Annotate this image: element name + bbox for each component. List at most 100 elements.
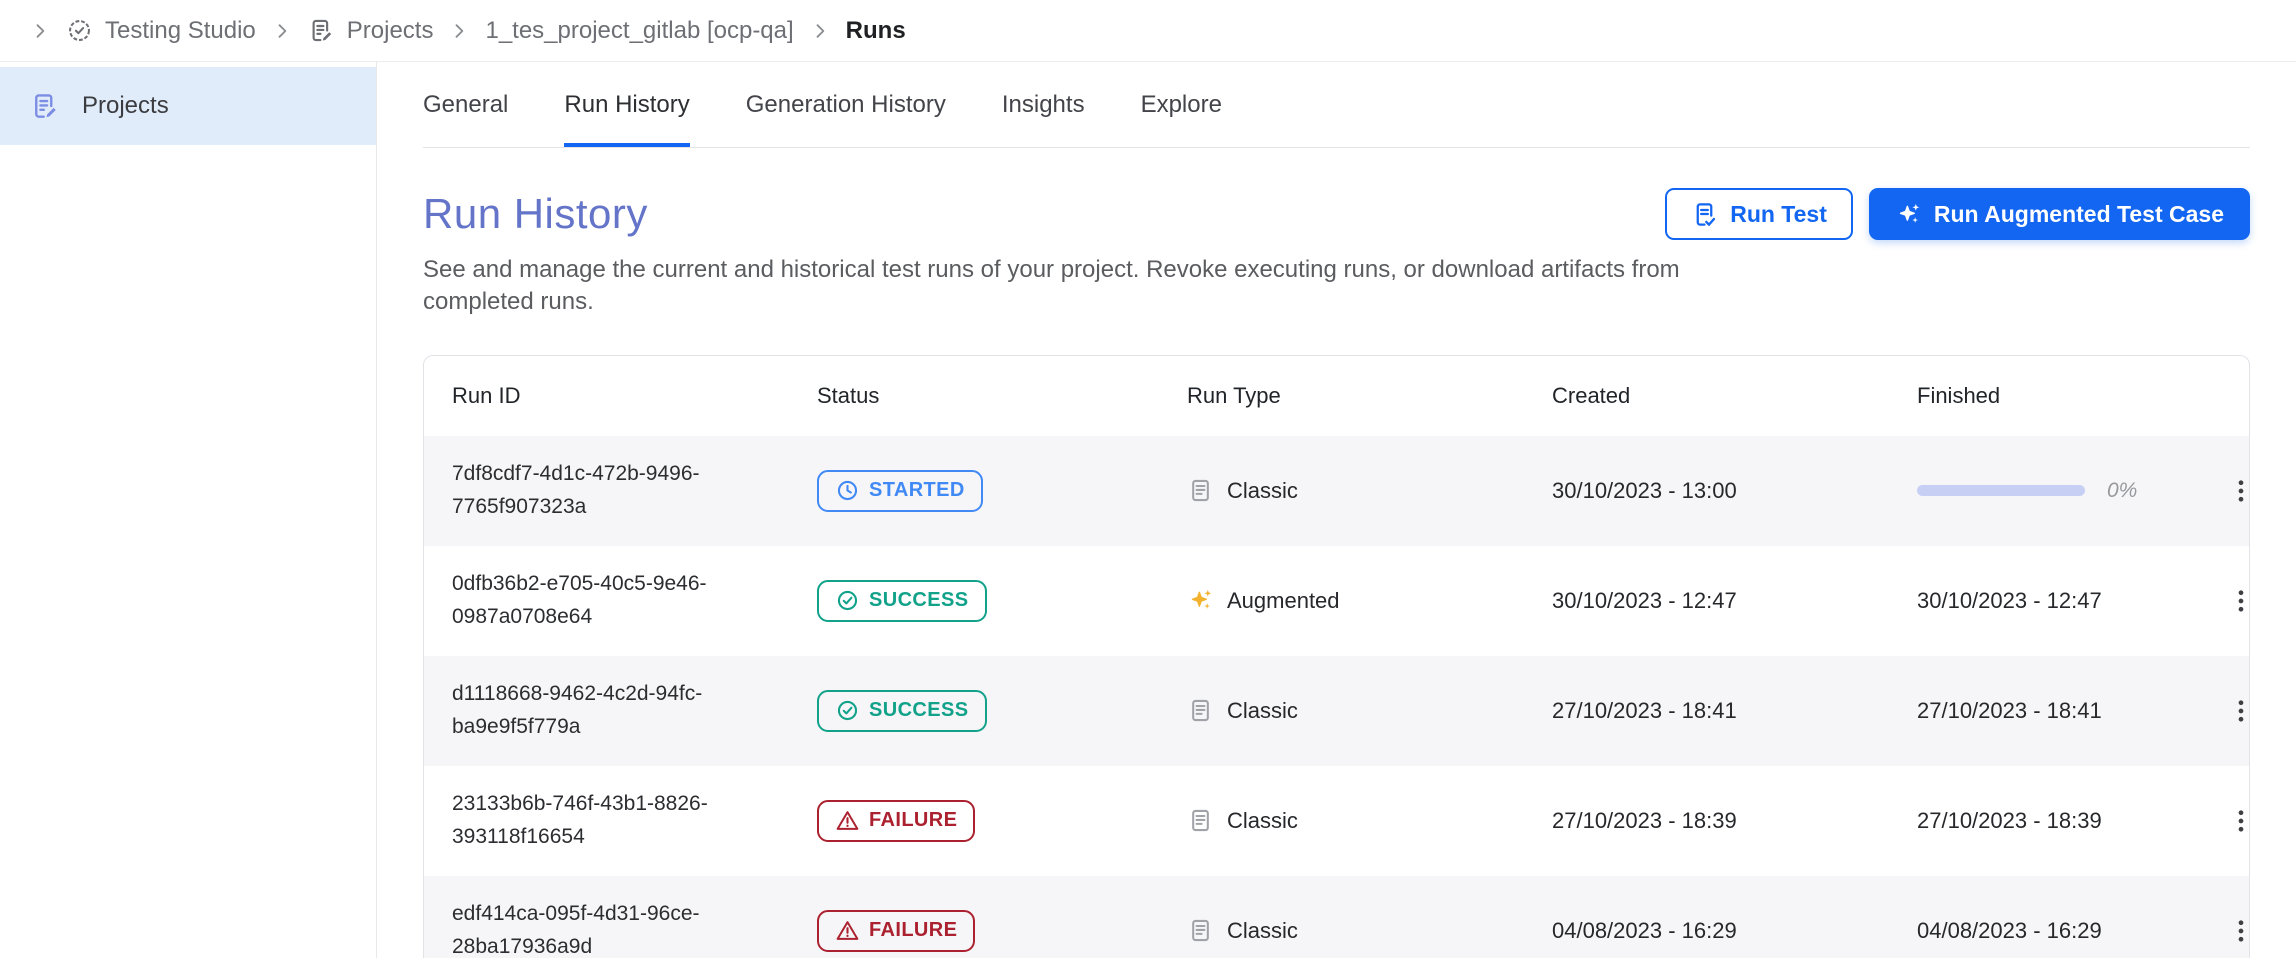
row-actions-button[interactable] xyxy=(2217,797,2250,845)
run-test-label: Run Test xyxy=(1730,201,1827,228)
kebab-menu-icon xyxy=(2226,916,2250,946)
column-header-run-type: Run Type xyxy=(1187,383,1552,409)
table-row: 7df8cdf7-4d1c-472b-9496-7765f907323a STA… xyxy=(424,436,2249,546)
tab-run-history[interactable]: Run History xyxy=(564,62,689,147)
document-icon xyxy=(1187,697,1214,724)
status-badge: FAILURE xyxy=(817,800,975,842)
sidebar-item-label: Projects xyxy=(82,92,169,120)
document-icon xyxy=(1187,477,1214,504)
run-type-label: Classic xyxy=(1227,698,1298,724)
created-date: 30/10/2023 - 13:00 xyxy=(1552,478,1737,503)
breadcrumb-expand-icon[interactable] xyxy=(30,21,50,41)
status-badge: FAILURE xyxy=(817,910,975,952)
breadcrumb-projects[interactable]: Projects xyxy=(308,17,434,45)
document-icon xyxy=(1187,807,1214,834)
status-badge: SUCCESS xyxy=(817,690,987,732)
table-row: 0dfb36b2-e705-40c5-9e46-0987a0708e64 SUC… xyxy=(424,546,2249,656)
table-body: 7df8cdf7-4d1c-472b-9496-7765f907323a STA… xyxy=(424,436,2249,958)
check-circle-icon xyxy=(835,698,860,723)
document-icon xyxy=(1187,917,1214,944)
run-id: 23133b6b-746f-43b1-8826-393118f16654 xyxy=(452,788,747,853)
document-edit-icon xyxy=(30,91,60,121)
breadcrumb-testing-studio[interactable]: Testing Studio xyxy=(66,17,256,45)
column-header-status: Status xyxy=(817,383,1187,409)
status-label: FAILURE xyxy=(869,809,957,832)
sparkles-icon xyxy=(1895,201,1922,228)
tab-general[interactable]: General xyxy=(423,62,508,147)
chevron-right-icon xyxy=(810,21,830,41)
breadcrumb-label: Projects xyxy=(347,17,434,45)
run-id: 7df8cdf7-4d1c-472b-9496-7765f907323a xyxy=(452,458,747,523)
sparkles-icon xyxy=(1187,587,1214,614)
finished-date: 04/08/2023 - 16:29 xyxy=(1917,918,2102,944)
row-actions-button[interactable] xyxy=(2217,907,2250,955)
tab-insights[interactable]: Insights xyxy=(1002,62,1085,147)
run-type-label: Classic xyxy=(1227,918,1298,944)
finished-date: 27/10/2023 - 18:41 xyxy=(1917,698,2102,724)
tab-generation-history[interactable]: Generation History xyxy=(746,62,946,147)
kebab-menu-icon xyxy=(2226,586,2250,616)
breadcrumb-label: Testing Studio xyxy=(105,17,256,45)
created-date: 04/08/2023 - 16:29 xyxy=(1552,918,1737,943)
tab-bar: General Run History Generation History I… xyxy=(423,62,2250,148)
status-badge: SUCCESS xyxy=(817,580,987,622)
breadcrumb: Testing Studio Projects 1_tes_project_gi… xyxy=(30,17,906,45)
row-actions-button[interactable] xyxy=(2217,577,2250,625)
status-badge: STARTED xyxy=(817,470,983,512)
check-circle-icon xyxy=(835,588,860,613)
run-test-button[interactable]: Run Test xyxy=(1665,188,1853,240)
page-description: See and manage the current and historica… xyxy=(423,254,1733,319)
status-label: FAILURE xyxy=(869,919,957,942)
created-date: 30/10/2023 - 12:47 xyxy=(1552,588,1737,613)
tab-explore[interactable]: Explore xyxy=(1141,62,1222,147)
sidebar: Projects xyxy=(0,62,377,958)
header-actions: Run Test Run Augmented Test Case xyxy=(1665,188,2250,240)
progress: 0% xyxy=(1917,479,2137,503)
run-type-label: Classic xyxy=(1227,478,1298,504)
run-id: 0dfb36b2-e705-40c5-9e46-0987a0708e64 xyxy=(452,568,747,633)
run-type-label: Augmented xyxy=(1227,588,1340,614)
table-row: d1118668-9462-4c2d-94fc-ba9e9f5f779a SUC… xyxy=(424,656,2249,766)
breadcrumb-label: 1_tes_project_gitlab [ocp-qa] xyxy=(485,17,793,45)
warning-icon xyxy=(835,808,860,833)
created-date: 27/10/2023 - 18:39 xyxy=(1552,808,1737,833)
document-check-icon xyxy=(1691,201,1718,228)
created-date: 27/10/2023 - 18:41 xyxy=(1552,698,1737,723)
run-augmented-label: Run Augmented Test Case xyxy=(1934,201,2224,228)
finished-date: 27/10/2023 - 18:39 xyxy=(1917,808,2102,834)
run-type-label: Classic xyxy=(1227,808,1298,834)
run-history-table: Run ID Status Run Type Created Finished … xyxy=(423,355,2250,958)
document-edit-icon xyxy=(308,17,335,44)
kebab-menu-icon xyxy=(2226,476,2250,506)
table-row: 23133b6b-746f-43b1-8826-393118f16654 FAI… xyxy=(424,766,2249,876)
chevron-right-icon xyxy=(449,21,469,41)
column-header-created: Created xyxy=(1552,383,1917,409)
top-bar: Testing Studio Projects 1_tes_project_gi… xyxy=(0,0,2296,62)
table-header-row: Run ID Status Run Type Created Finished xyxy=(424,356,2249,436)
status-label: STARTED xyxy=(869,479,965,502)
row-actions-button[interactable] xyxy=(2217,687,2250,735)
status-label: SUCCESS xyxy=(869,699,969,722)
column-header-run-id: Run ID xyxy=(452,383,817,409)
sidebar-item-projects[interactable]: Projects xyxy=(0,67,376,145)
progress-bar xyxy=(1917,485,2085,496)
kebab-menu-icon xyxy=(2226,806,2250,836)
table-row: edf414ca-095f-4d31-96ce-28ba17936a9d FAI… xyxy=(424,876,2249,958)
run-id: d1118668-9462-4c2d-94fc-ba9e9f5f779a xyxy=(452,678,747,743)
status-label: SUCCESS xyxy=(869,589,969,612)
main-content: General Run History Generation History I… xyxy=(377,62,2296,958)
chevron-right-icon xyxy=(272,21,292,41)
row-actions-button[interactable] xyxy=(2217,467,2250,515)
run-id: edf414ca-095f-4d31-96ce-28ba17936a9d xyxy=(452,898,747,958)
breadcrumb-runs: Runs xyxy=(846,17,906,45)
clock-icon xyxy=(835,478,860,503)
run-augmented-test-case-button[interactable]: Run Augmented Test Case xyxy=(1869,188,2250,240)
progress-label: 0% xyxy=(2107,479,2137,503)
warning-icon xyxy=(835,918,860,943)
verified-badge-icon xyxy=(66,17,93,44)
breadcrumb-project-name[interactable]: 1_tes_project_gitlab [ocp-qa] xyxy=(485,17,793,45)
kebab-menu-icon xyxy=(2226,696,2250,726)
breadcrumb-current-label: Runs xyxy=(846,17,906,45)
column-header-finished: Finished xyxy=(1917,383,2217,409)
finished-date: 30/10/2023 - 12:47 xyxy=(1917,588,2102,614)
